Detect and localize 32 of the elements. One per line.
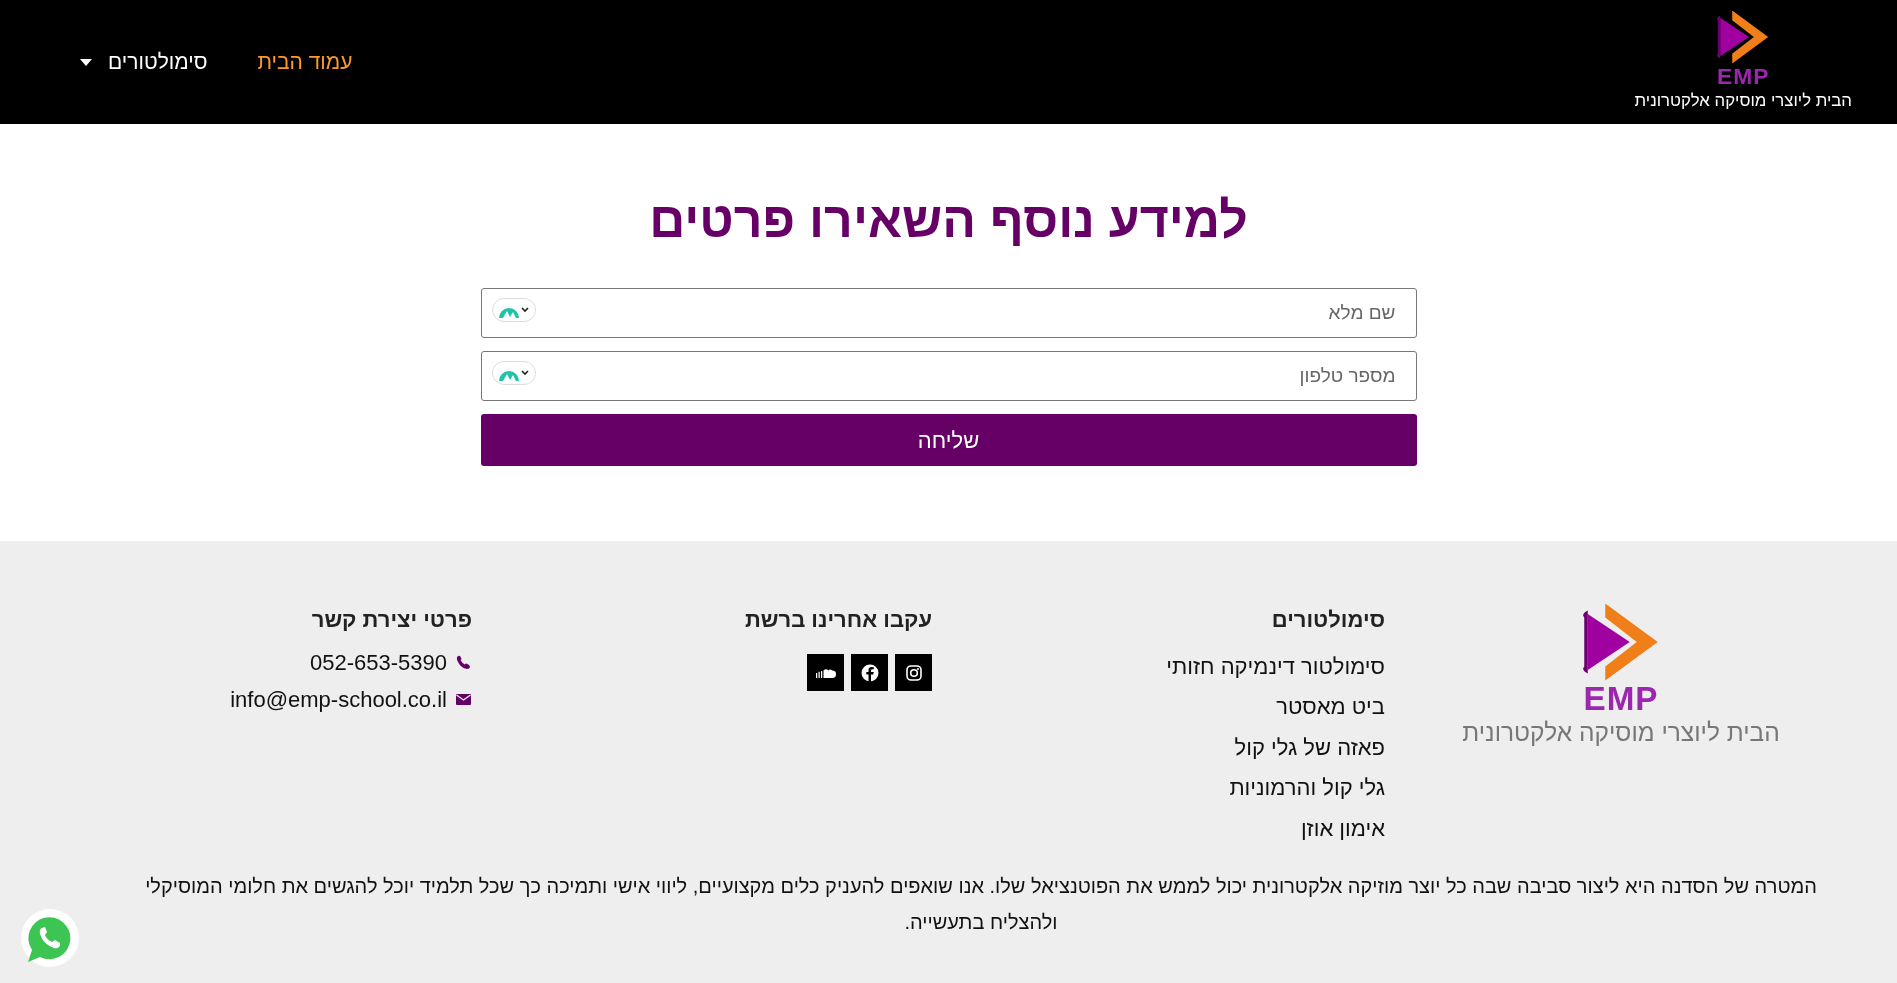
email-address: info@emp-school.co.il — [230, 686, 447, 714]
footer-link[interactable]: סימולטור דינמיקה חזותי — [1166, 654, 1385, 681]
column-heading: סימולטורים — [1270, 606, 1385, 634]
social-link[interactable] — [895, 654, 932, 691]
phone-icon — [455, 654, 472, 671]
whatsapp-icon — [20, 908, 80, 968]
input-field[interactable]: שם מלא — [480, 288, 1417, 338]
instagram-icon — [904, 663, 923, 682]
column-heading: פרטי יצירת קשר — [310, 606, 472, 634]
caret-icon — [80, 58, 92, 66]
logo-tagline: הבית ליוצרי מוסיקה אלקטרונית — [1462, 718, 1780, 749]
phone-number: 052-653-5390 — [310, 649, 447, 677]
nav-link[interactable]: עמוד הבית — [257, 46, 353, 78]
footer-link[interactable]: פאזה של גלי קול — [1234, 734, 1385, 762]
logo-wordmark: EMP — [1717, 65, 1770, 89]
submit-button[interactable]: שליחה — [480, 414, 1417, 466]
logo-tagline: הבית ליוצרי מוסיקה אלקטרונית — [1634, 90, 1852, 113]
input-field[interactable]: מספר טלפון — [480, 351, 1417, 401]
column-heading: עקבו אחרינו ברשת — [743, 606, 932, 634]
soundcloud-icon — [815, 667, 836, 678]
nav-dropdown[interactable]: סימולטורים — [80, 46, 208, 78]
footer-link[interactable]: ביט מאסטר — [1276, 694, 1385, 721]
footer-link[interactable]: אימון אוזן — [1300, 815, 1385, 842]
form-title: למידע נוסף השאירו פרטים — [648, 191, 1249, 250]
footer-link[interactable]: גלי קול והרמוניות — [1229, 775, 1385, 802]
social-link[interactable] — [851, 654, 888, 691]
play-logo-icon — [1715, 10, 1771, 64]
social-link[interactable] — [807, 654, 844, 691]
envelope-icon — [455, 691, 472, 708]
mission-statement: המטרה של הסדנה היא ליצור סביבה שבה כל יוצר מוזיקה אלקטרונית יכול לממש את הפוטנציאל שלו. אנו שואפים להעניק כלים מקצועיים, ליווי אישי ותמיכה כך שכל תלמיד יוכל להגשים את חלומי המוסיקלי ולהצליח בתעשייה. — [144, 873, 1818, 935]
logo-wordmark: EMP — [1583, 682, 1659, 716]
facebook-icon — [860, 663, 879, 682]
